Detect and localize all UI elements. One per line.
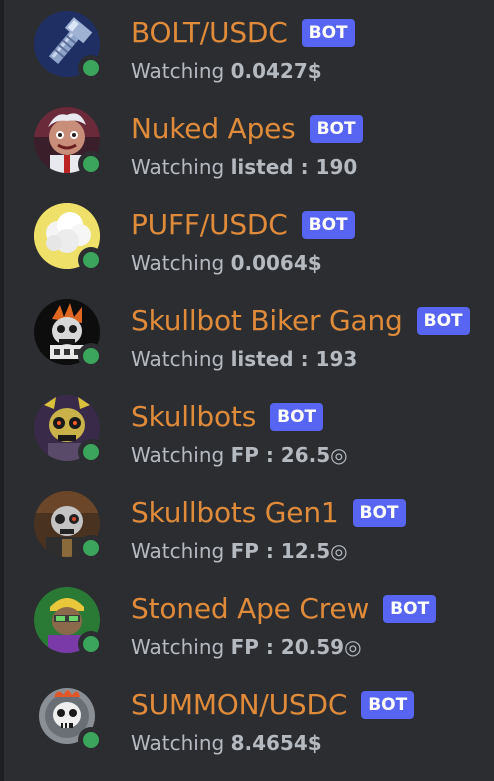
member-item-skullbots-gen1[interactable]: Skullbots Gen1 BOT Watching FP : 12.5◎	[0, 480, 494, 576]
activity-prefix: Watching	[131, 347, 225, 371]
name-row: BOLT/USDC BOT	[131, 14, 355, 54]
avatar[interactable]	[34, 299, 104, 369]
member-name: BOLT/USDC	[131, 16, 288, 49]
activity-prefix: Watching	[131, 251, 225, 275]
activity-status: Watching FP : 20.59◎	[131, 634, 362, 660]
member-item-bolt-usdc[interactable]: BOLT/USDC BOT Watching 0.0427$	[0, 0, 494, 96]
activity-status: Watching listed : 190	[131, 154, 357, 180]
name-row: Stoned Ape Crew BOT	[131, 590, 437, 630]
activity-prefix: Watching	[131, 539, 225, 563]
activity-prefix: Watching	[131, 59, 225, 83]
name-row: Nuked Apes BOT	[131, 110, 363, 150]
member-list-panel: BOLT/USDC BOT Watching 0.0427$ Nuked Ape…	[0, 0, 494, 781]
member-name: Skullbots Gen1	[131, 496, 339, 529]
bot-badge: BOT	[352, 499, 406, 527]
activity-value: 8.4654$	[230, 731, 322, 755]
member-item-summon-usdc[interactable]: SUMMON/USDC BOT Watching 8.4654$	[0, 672, 494, 768]
activity-status: Watching FP : 12.5◎	[131, 538, 348, 564]
member-item-stoned-ape-crew[interactable]: Stoned Ape Crew BOT Watching FP : 20.59◎	[0, 576, 494, 672]
member-name: Skullbots	[131, 400, 257, 433]
avatar[interactable]	[34, 107, 104, 177]
name-row: SUMMON/USDC BOT	[131, 686, 415, 726]
activity-status: Watching 0.0064$	[131, 250, 322, 276]
online-status-indicator	[78, 343, 104, 369]
member-item-skullbots[interactable]: Skullbots BOT Watching FP : 26.5◎	[0, 384, 494, 480]
avatar[interactable]	[34, 203, 104, 273]
activity-prefix: Watching	[131, 443, 225, 467]
online-status-indicator	[78, 535, 104, 561]
online-status-indicator	[78, 727, 104, 753]
bot-badge: BOT	[361, 691, 415, 719]
name-row: PUFF/USDC BOT	[131, 206, 355, 246]
activity-status: Watching 0.0427$	[131, 58, 322, 84]
name-row: Skullbot Biker Gang BOT	[131, 302, 470, 342]
activity-value: 0.0064$	[230, 251, 322, 275]
bot-badge: BOT	[309, 115, 363, 143]
activity-prefix: Watching	[131, 155, 225, 179]
member-item-puff-usdc[interactable]: PUFF/USDC BOT Watching 0.0064$	[0, 192, 494, 288]
activity-status: Watching listed : 193	[131, 346, 357, 372]
activity-value: listed : 193	[230, 347, 358, 371]
member-name: PUFF/USDC	[131, 208, 288, 241]
bot-badge: BOT	[301, 19, 355, 47]
bot-badge: BOT	[383, 595, 437, 623]
bot-badge: BOT	[270, 403, 324, 431]
member-item-skullbot-biker-gang[interactable]: Skullbot Biker Gang BOT Watching listed :…	[0, 288, 494, 384]
activity-value: FP : 26.5◎	[230, 443, 348, 467]
activity-prefix: Watching	[131, 635, 225, 659]
online-status-indicator	[78, 151, 104, 177]
name-row: Skullbots BOT	[131, 398, 324, 438]
member-name: SUMMON/USDC	[131, 688, 348, 721]
activity-status: Watching 8.4654$	[131, 730, 322, 756]
online-status-indicator	[78, 631, 104, 657]
bot-badge: BOT	[416, 307, 470, 335]
name-row: Skullbots Gen1 BOT	[131, 494, 406, 534]
activity-value: listed : 190	[230, 155, 358, 179]
activity-prefix: Watching	[131, 731, 225, 755]
avatar[interactable]	[34, 491, 104, 561]
activity-value: 0.0427$	[230, 59, 322, 83]
member-item-nuked-apes[interactable]: Nuked Apes BOT Watching listed : 190	[0, 96, 494, 192]
avatar[interactable]	[34, 395, 104, 465]
avatar[interactable]	[34, 683, 104, 753]
online-status-indicator	[78, 247, 104, 273]
online-status-indicator	[78, 55, 104, 81]
bot-badge: BOT	[301, 211, 355, 239]
activity-status: Watching FP : 26.5◎	[131, 442, 348, 468]
activity-value: FP : 12.5◎	[230, 539, 348, 563]
member-name: Nuked Apes	[131, 112, 296, 145]
activity-value: FP : 20.59◎	[230, 635, 362, 659]
member-name: Skullbot Biker Gang	[131, 304, 403, 337]
avatar[interactable]	[34, 11, 104, 81]
online-status-indicator	[78, 439, 104, 465]
avatar[interactable]	[34, 587, 104, 657]
member-name: Stoned Ape Crew	[131, 592, 370, 625]
